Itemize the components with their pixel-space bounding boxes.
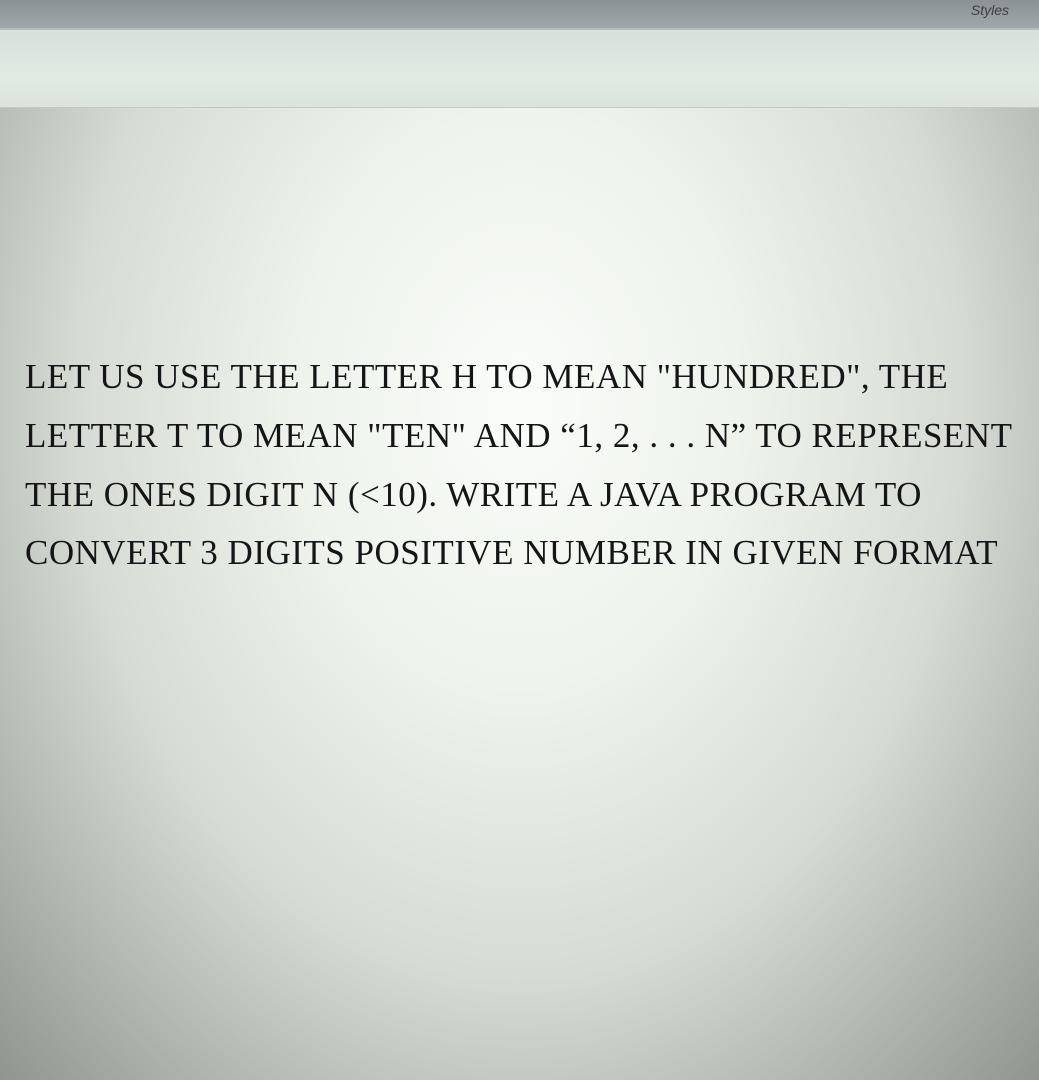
ribbon-group-label: Styles (971, 2, 1009, 18)
ribbon-toolbar: Styles (0, 0, 1039, 28)
document-body-text: LET US USE THE LETTER H TO MEAN "HUNDRED… (25, 348, 1029, 583)
document-page: LET US USE THE LETTER H TO MEAN "HUNDRED… (0, 108, 1039, 1080)
ruler-area (0, 28, 1039, 108)
